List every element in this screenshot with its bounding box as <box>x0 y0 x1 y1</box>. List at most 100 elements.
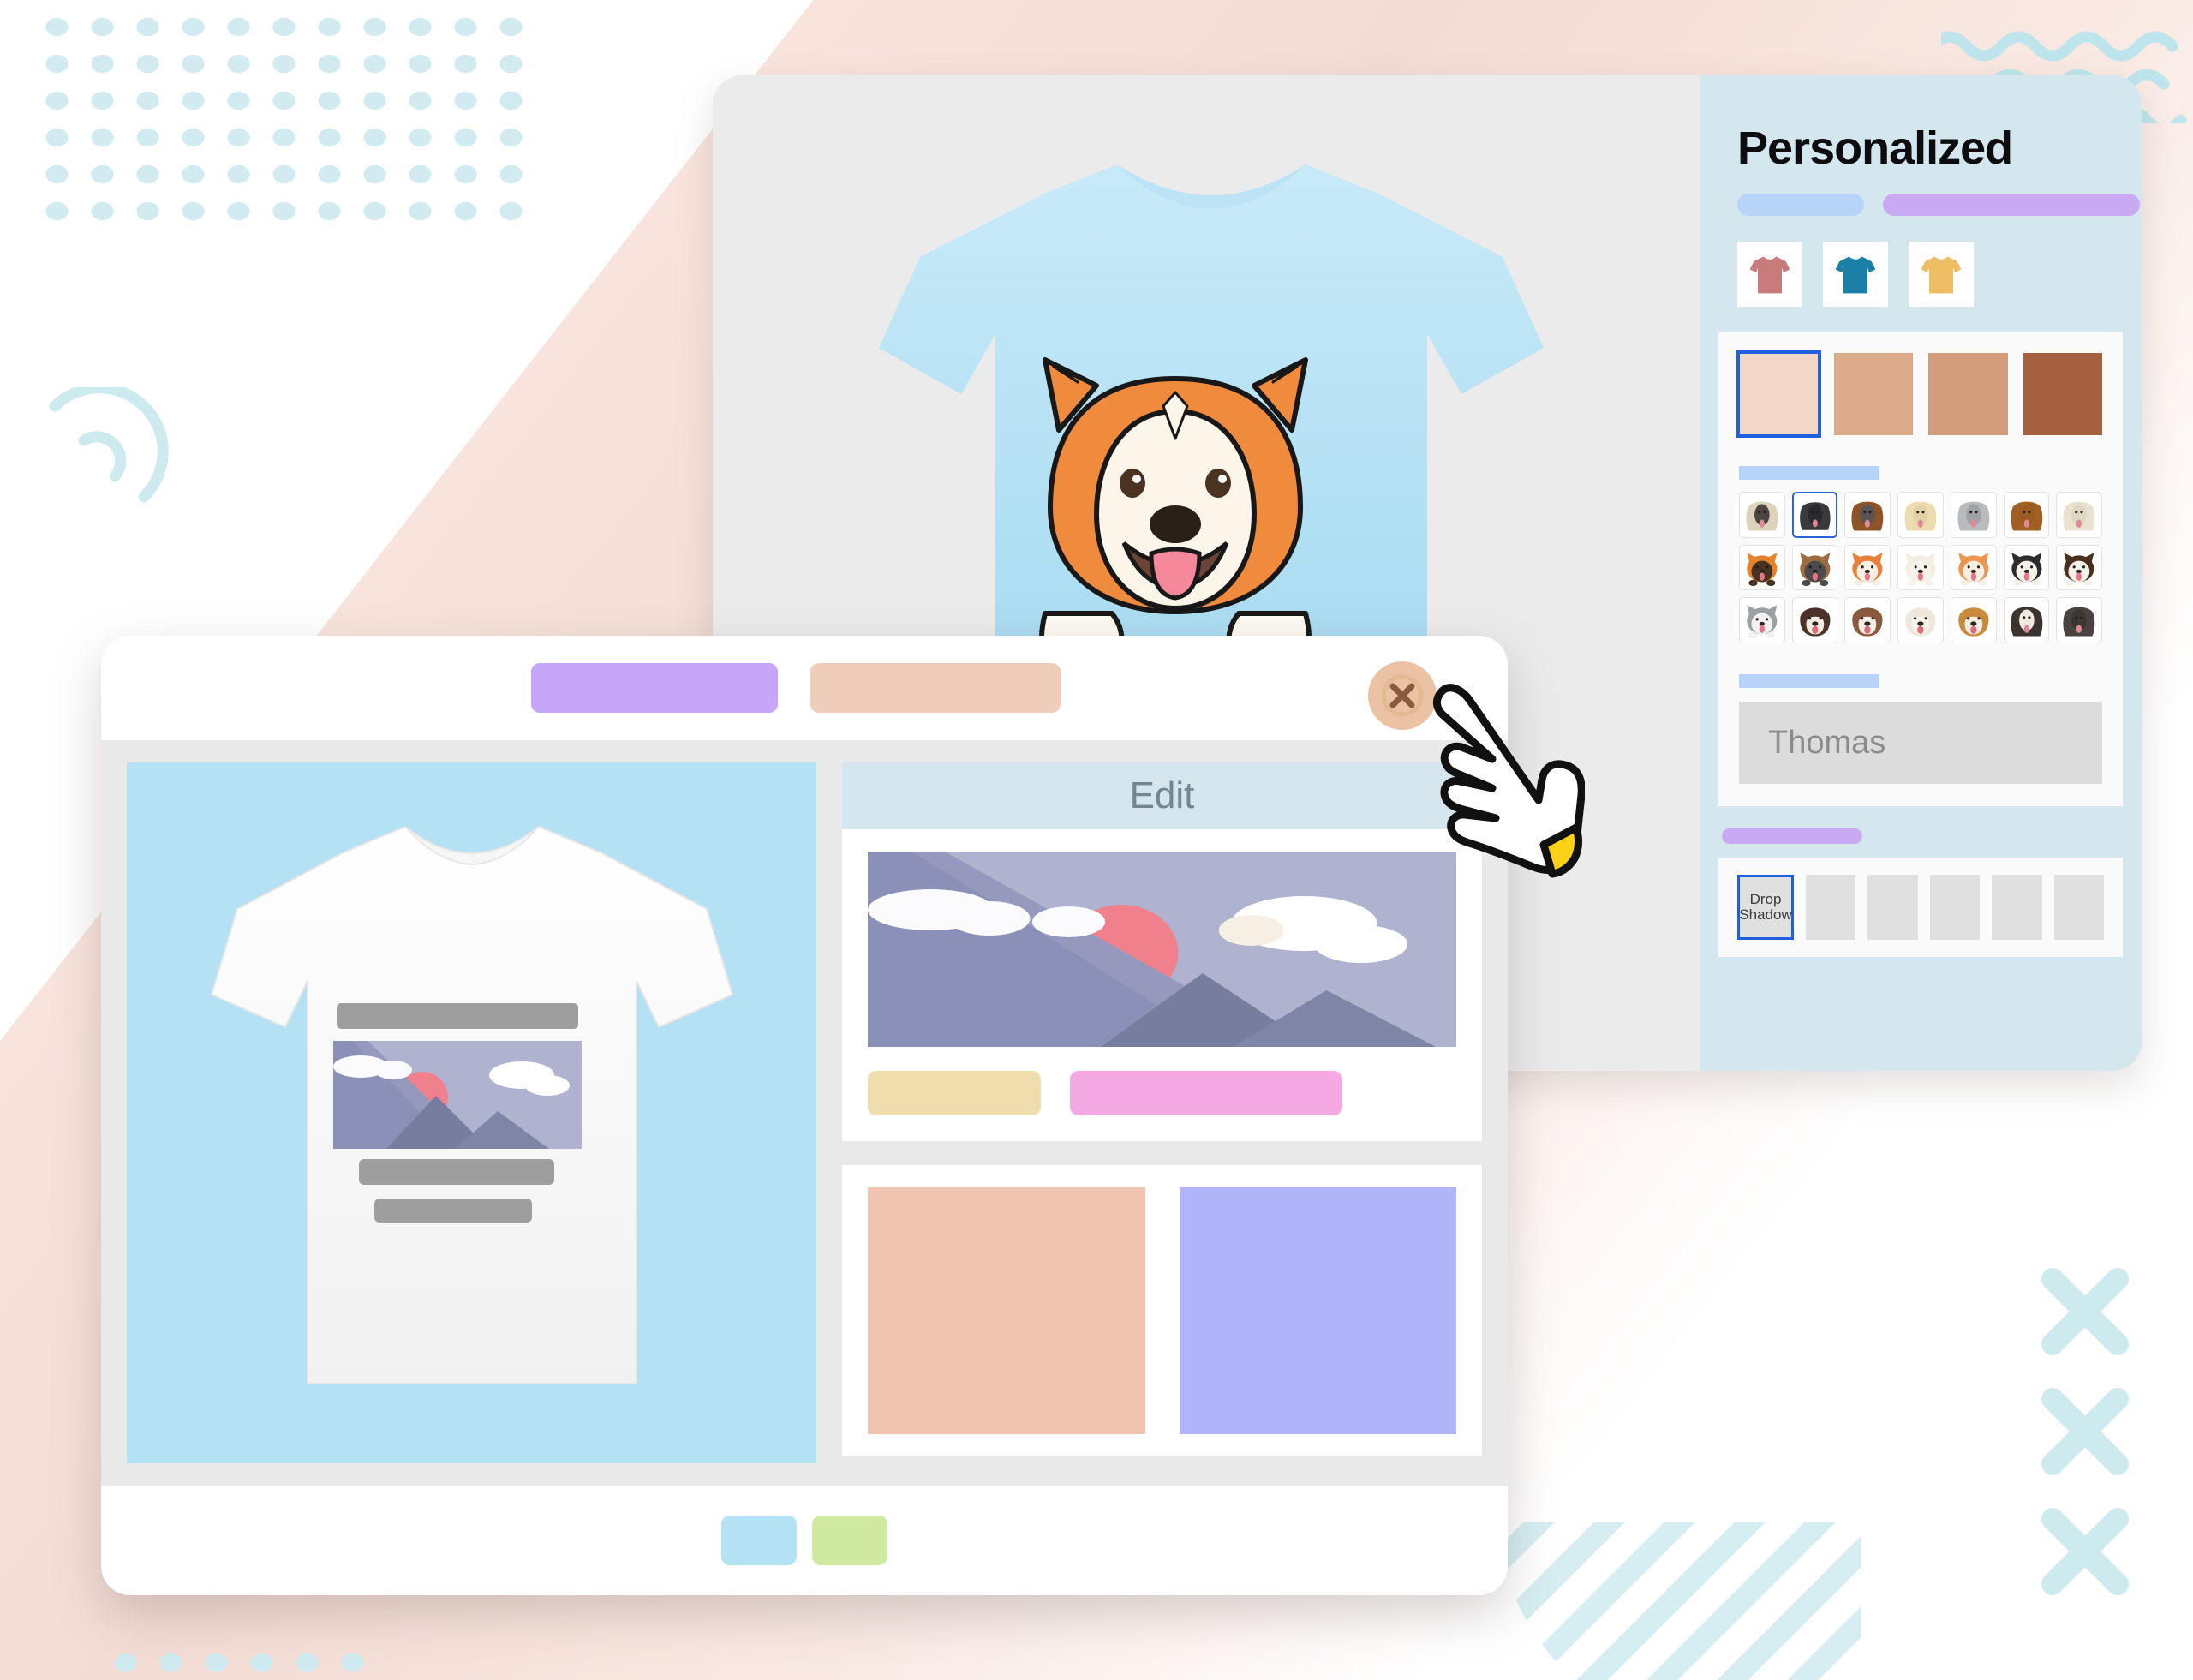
front-window[interactable]: Edit <box>101 636 1508 1595</box>
breed-illustration-icon <box>2063 607 2095 637</box>
breed-illustration-icon <box>1852 607 1883 637</box>
shirt-swatch-teal[interactable] <box>1823 242 1888 307</box>
toolbar-button-peach[interactable] <box>810 663 1061 713</box>
swatch-periwinkle[interactable] <box>1179 1187 1456 1434</box>
decor-striped-circle <box>1501 1522 1861 1680</box>
decor-dot-grid <box>34 9 531 231</box>
breed-illustration-icon <box>1747 552 1778 586</box>
breed-thumb-bulldog-brown-white[interactable] <box>1844 597 1891 644</box>
footer-button-blue[interactable] <box>721 1516 797 1565</box>
breed-grid <box>1739 492 2102 644</box>
edit-panel-body <box>842 829 1482 1141</box>
toolbar-button-purple[interactable] <box>531 663 778 713</box>
breed-thumb-akita-orange[interactable] <box>1844 544 1891 591</box>
effects-card: Drop Shadow <box>1718 858 2123 958</box>
breed-thumb-malamute-grey[interactable] <box>1739 597 1785 644</box>
footer-button-green[interactable] <box>812 1516 887 1565</box>
breed-thumb-afghan-hound-grey[interactable] <box>1950 492 1997 538</box>
effect-effect-slot-4[interactable] <box>1929 875 1981 941</box>
breed-thumb-afghan-hound-cream[interactable] <box>1739 492 1785 538</box>
back-window-sidebar[interactable]: Personalized Thomas Drop Shadow <box>1700 75 2142 1071</box>
swatch-panel <box>842 1165 1482 1456</box>
breed-thumb-akita-brown[interactable] <box>1791 544 1838 591</box>
effect-effect-slot-6[interactable] <box>2053 875 2105 941</box>
breed-thumb-afghan-hound-blonde[interactable] <box>1897 492 1944 538</box>
filter-pill-blue[interactable] <box>1737 194 1864 216</box>
breed-thumb-husky-brown[interactable] <box>2056 544 2102 591</box>
breed-illustration-icon <box>2064 552 2094 586</box>
name-section-bar <box>1739 674 1879 689</box>
shirt-swatch-rose[interactable] <box>1737 242 1802 307</box>
customization-card: Thomas <box>1718 332 2123 807</box>
breed-thumb-akita-red[interactable] <box>1950 544 1997 591</box>
back-artwork-shiba-inu <box>1039 357 1312 661</box>
effects-section-bar <box>1722 828 1862 845</box>
edit-panel-header: Edit <box>842 762 1482 829</box>
skin-tone-4[interactable] <box>2023 353 2102 435</box>
breed-thumb-bulldog-fawn[interactable] <box>1950 597 1997 644</box>
breed-illustration-icon <box>1957 501 1990 531</box>
breed-thumb-cocker-spaniel-black-white[interactable] <box>2003 597 2050 644</box>
breed-illustration-icon <box>1905 607 1936 637</box>
decor-arc-icon <box>49 387 169 503</box>
shirt-swatch-gold[interactable] <box>1909 242 1974 307</box>
edit-button-pink[interactable] <box>1070 1071 1342 1115</box>
artwork-mountain-sunset <box>332 1041 582 1149</box>
breed-illustration-icon <box>1958 552 1989 586</box>
effect-label-line2: Shadow <box>1739 906 1792 924</box>
edit-panel: Edit <box>842 762 1482 1141</box>
breed-thumb-airedale-terrier[interactable] <box>1739 544 1785 591</box>
effect-effect-slot-3[interactable] <box>1867 875 1918 941</box>
edit-button-row <box>868 1071 1456 1115</box>
shirt-color-thumbnails <box>1737 242 2142 307</box>
skin-tone-3[interactable] <box>1928 353 2008 435</box>
edit-button-cream[interactable] <box>868 1071 1041 1115</box>
front-window-body: Edit <box>101 740 1508 1486</box>
breed-illustration-icon <box>2010 501 2042 531</box>
breed-thumb-husky-black[interactable] <box>2003 544 2050 591</box>
breed-thumb-bulldog-dark-brindle[interactable] <box>1791 597 1838 644</box>
filter-pill-purple[interactable] <box>1883 194 2140 216</box>
breed-illustration-icon <box>2011 552 2042 586</box>
hand-pointer-cursor <box>1433 684 1585 878</box>
decor-x-marks-icon <box>2041 1268 2129 1595</box>
breed-illustration-icon <box>1905 552 1936 586</box>
effect-effect-slot-5[interactable] <box>1992 875 2042 941</box>
effect-label-line1: Drop <box>1749 890 1782 907</box>
breed-illustration-icon <box>1958 607 1989 637</box>
breed-illustration-icon <box>1799 502 1831 530</box>
breed-illustration-icon <box>1747 605 1778 639</box>
breed-illustration-icon <box>2010 607 2042 637</box>
breed-thumb-afghan-hound-brown[interactable] <box>2003 492 2050 538</box>
decor-dot-grid-bottom <box>103 1644 385 1680</box>
filter-pill-row <box>1737 194 2142 216</box>
front-window-footer <box>101 1486 1508 1595</box>
name-input[interactable]: Thomas <box>1739 702 2102 785</box>
pointing-hand-icon <box>1433 684 1585 878</box>
skin-tone-row <box>1736 350 2102 438</box>
breed-illustration-icon <box>1852 552 1883 586</box>
breed-illustration-icon <box>1746 501 1778 531</box>
breed-thumb-bulldog-white[interactable] <box>1897 597 1944 644</box>
skin-tone-2[interactable] <box>1833 353 1913 435</box>
breed-illustration-icon <box>1851 501 1884 531</box>
product-preview-pane[interactable] <box>127 762 816 1463</box>
breed-thumb-afghan-hound-white[interactable] <box>2056 492 2102 538</box>
tshirt-icon <box>1749 256 1790 294</box>
tshirt-icon <box>1921 256 1962 294</box>
breeds-section-bar <box>1739 466 1879 480</box>
breed-illustration-icon <box>1799 607 1831 637</box>
front-tshirt-preview <box>210 825 733 1384</box>
breed-thumb-akita-white[interactable] <box>1897 544 1944 591</box>
breed-thumb-afghan-hound-black[interactable] <box>1791 492 1838 538</box>
effect-drop-shadow[interactable]: Drop Shadow <box>1737 875 1794 941</box>
swatch-peach[interactable] <box>868 1187 1145 1434</box>
skin-tone-1[interactable] <box>1736 350 1821 438</box>
edit-artwork-mountain-sunset[interactable] <box>868 852 1456 1047</box>
effects-row: Drop Shadow <box>1737 875 2105 941</box>
breed-thumb-cocker-spaniel-black[interactable] <box>2056 597 2102 644</box>
breed-thumb-afghan-hound-red[interactable] <box>1844 492 1891 538</box>
breed-illustration-icon <box>2063 501 2095 531</box>
breed-illustration-icon <box>1904 501 1937 531</box>
effect-effect-slot-2[interactable] <box>1806 875 1856 941</box>
